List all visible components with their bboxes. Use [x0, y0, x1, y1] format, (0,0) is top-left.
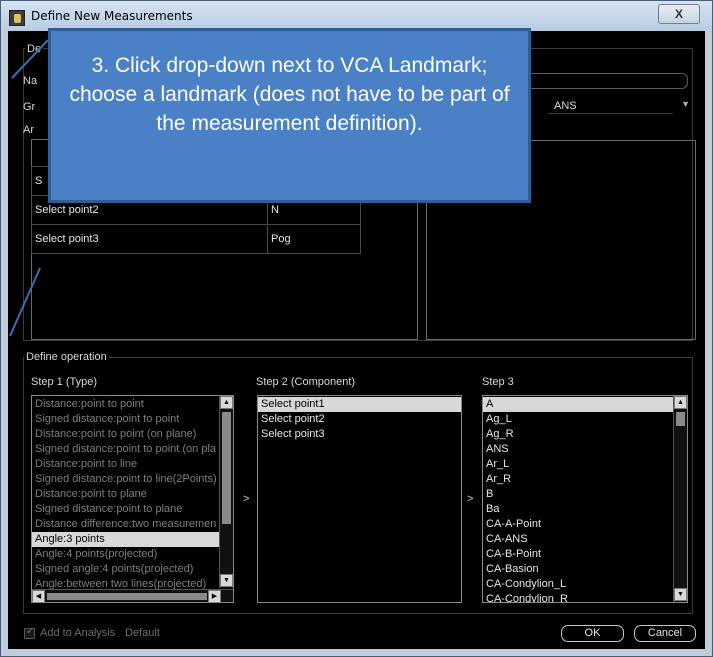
name-input[interactable]: [519, 73, 688, 89]
list-item[interactable]: Distance difference:two measuremen: [32, 517, 220, 532]
list-item[interactable]: Signed distance:point to line(2Points): [32, 472, 220, 487]
list-item[interactable]: Signed distance:point to point: [32, 412, 220, 427]
scroll-left-icon[interactable]: ◀: [32, 590, 45, 602]
step2-to-step3-arrow: >: [467, 493, 474, 505]
list-item[interactable]: Ag_R: [483, 427, 673, 442]
list-item[interactable]: Ba: [483, 502, 673, 517]
list-item[interactable]: ANS: [483, 442, 673, 457]
list-item[interactable]: Angle:3 points: [32, 532, 220, 547]
list-item[interactable]: Distance:point to point (on plane): [32, 427, 220, 442]
ok-button[interactable]: OK: [561, 625, 624, 642]
default-label[interactable]: Default: [125, 627, 160, 639]
close-button[interactable]: X: [658, 4, 700, 24]
list-item[interactable]: Select point3: [258, 427, 461, 442]
list-item[interactable]: CA-Condylion_L: [483, 577, 673, 592]
step1-type-list[interactable]: Distance:point to point Signed distance:p…: [31, 395, 234, 603]
step1-to-step2-arrow: >: [243, 493, 250, 505]
vca-landmark-dropdown[interactable]: ANS ▼: [548, 98, 690, 114]
list-item[interactable]: Signed distance:point to point (on pla: [32, 442, 220, 457]
step1-horizontal-scrollbar[interactable]: ◀ ▶: [32, 589, 233, 602]
list-item[interactable]: Angle:4 points(projected): [32, 547, 220, 562]
instruction-callout: 3. Click drop-down next to VCA Landmark;…: [48, 28, 531, 203]
list-item[interactable]: Signed distance:point to plane: [32, 502, 220, 517]
step2-component-list[interactable]: Select point1 Select point2 Select point3: [257, 395, 462, 603]
cancel-button[interactable]: Cancel: [634, 625, 696, 642]
table-cell: Select point3: [31, 224, 268, 254]
step3-landmark-list[interactable]: A Ag_L Ag_R ANS Ar_L Ar_R B Ba CA-A-Point CA-ANS C…: [482, 395, 688, 603]
analysis-label: Ar: [23, 124, 34, 136]
vca-landmark-value: ANS: [554, 100, 577, 112]
list-item[interactable]: A: [483, 397, 673, 412]
list-item[interactable]: Distance:point to plane: [32, 487, 220, 502]
group-label: Gr: [23, 101, 36, 113]
chevron-down-icon: ▼: [681, 99, 690, 109]
step2-label: Step 2 (Component): [256, 376, 356, 388]
scroll-down-icon[interactable]: ▼: [220, 574, 233, 587]
name-label: Na: [23, 75, 38, 87]
list-item[interactable]: Distance:point to line: [32, 457, 220, 472]
instruction-callout-text: 3. Click drop-down next to VCA Landmark;…: [69, 54, 510, 135]
scroll-up-icon[interactable]: ▲: [220, 396, 233, 409]
table-cell: Pog: [267, 224, 361, 254]
list-item[interactable]: Ar_R: [483, 472, 673, 487]
scroll-right-icon[interactable]: ▶: [208, 590, 221, 602]
step1-vertical-scrollbar[interactable]: ▲ ▼: [219, 396, 233, 588]
list-item[interactable]: CA-B-Point: [483, 547, 673, 562]
list-item[interactable]: CA-ANS: [483, 532, 673, 547]
scroll-thumb[interactable]: [222, 412, 231, 524]
app-icon: [9, 10, 25, 26]
list-item[interactable]: CA-Condylion_R: [483, 592, 673, 602]
list-item[interactable]: Ar_L: [483, 457, 673, 472]
scroll-up-icon[interactable]: ▲: [674, 396, 687, 409]
scroll-thumb[interactable]: [47, 593, 207, 600]
scroll-down-icon[interactable]: ▼: [674, 588, 687, 601]
step3-vertical-scrollbar[interactable]: ▲ ▼: [673, 396, 687, 602]
list-item[interactable]: CA-Basion: [483, 562, 673, 577]
table-row[interactable]: Select point3 Pog: [31, 224, 361, 254]
list-item[interactable]: Signed angle:4 points(projected): [32, 562, 220, 577]
list-item[interactable]: CA-A-Point: [483, 517, 673, 532]
add-to-analysis-label: Add to Analysis: [40, 627, 116, 639]
list-item[interactable]: B: [483, 487, 673, 502]
scroll-thumb[interactable]: [676, 412, 685, 426]
definition-group-label: De: [25, 43, 44, 55]
define-operation-label: Define operation: [24, 351, 109, 363]
step1-label: Step 1 (Type): [31, 376, 98, 388]
list-item[interactable]: Ag_L: [483, 412, 673, 427]
step3-label: Step 3: [482, 376, 514, 388]
window-title: Define New Measurements: [31, 9, 193, 23]
add-to-analysis-checkbox[interactable]: [24, 626, 35, 639]
list-item[interactable]: Select point2: [258, 412, 461, 427]
list-item[interactable]: Distance:point to point: [32, 397, 220, 412]
list-item[interactable]: Select point1: [258, 397, 461, 412]
